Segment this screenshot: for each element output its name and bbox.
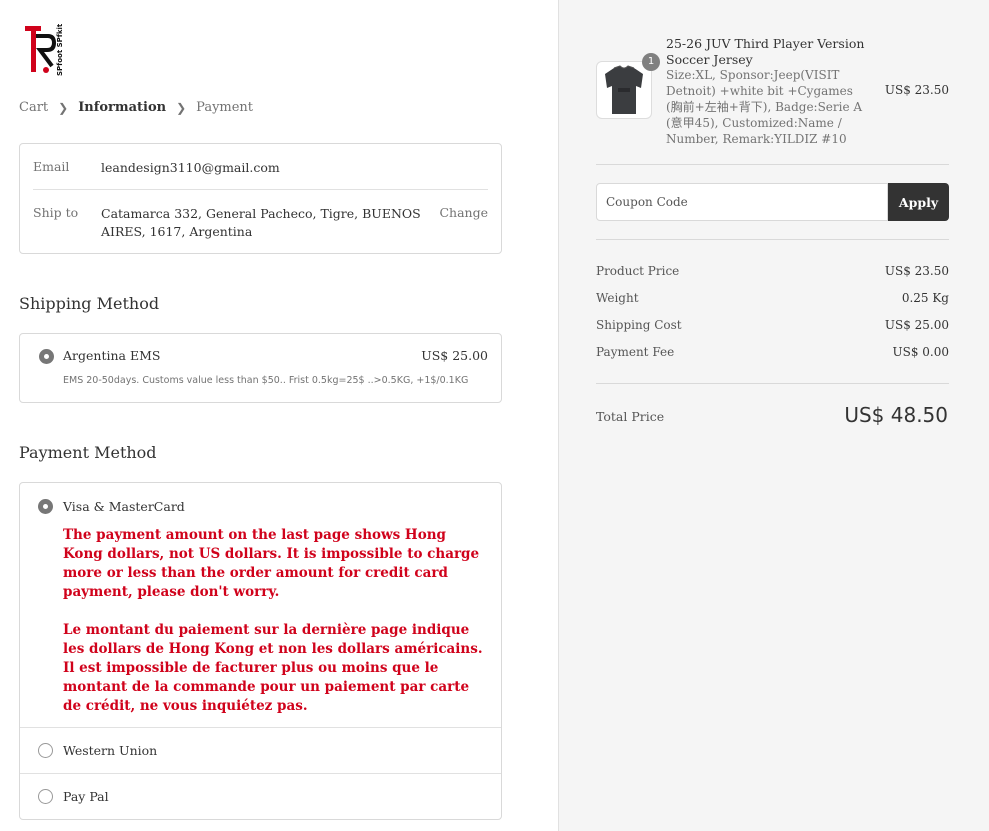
ship-to-row: Ship to Catamarca 332, General Pacheco, …: [33, 205, 488, 245]
chevron-right-icon: ❯: [176, 100, 187, 115]
email-row: Email leandesign3110@gmail.com: [33, 159, 488, 179]
payment-method-heading: Payment Method: [19, 443, 157, 462]
address-line-1: Catamarca 332, General Pacheco, Tigre, B…: [101, 206, 421, 221]
change-address-link[interactable]: Change: [439, 205, 488, 220]
summary-value: US$ 23.50: [884, 264, 949, 278]
summary-label: Payment Fee: [596, 345, 675, 359]
payment-notice: The payment amount on the last page show…: [63, 526, 483, 735]
payment-option-western-union[interactable]: Western Union: [20, 728, 501, 774]
summary-label: Product Price: [596, 264, 680, 278]
svg-text:SPfoot SPfkit: SPfoot SPfkit: [56, 23, 64, 76]
divider: [33, 189, 488, 190]
breadcrumb: Cart ❯ Information ❯ Payment: [19, 100, 253, 115]
divider: [596, 164, 949, 165]
address-line-2: AIRES, 1617, Argentina: [101, 224, 253, 239]
summary-value: US$ 25.00: [884, 318, 949, 332]
ship-to-address: Catamarca 332, General Pacheco, Tigre, B…: [101, 205, 421, 241]
chevron-right-icon: ❯: [58, 100, 69, 115]
product-options: Size:XL, Sponsor:Jeep(VISIT Detnoit) +wh…: [666, 68, 863, 146]
summary-label: Shipping Cost: [596, 318, 682, 332]
breadcrumb-information: Information: [78, 100, 167, 115]
divider: [596, 239, 949, 240]
payment-radio-western-union[interactable]: [38, 743, 53, 758]
payment-option-paypal[interactable]: Pay Pal: [20, 774, 501, 820]
summary-value: 0.25 Kg: [901, 291, 949, 305]
total-price-label: Total Price: [596, 409, 665, 424]
breadcrumb-cart[interactable]: Cart: [19, 100, 48, 115]
email-value: leandesign3110@gmail.com: [101, 160, 280, 175]
shipping-option-price: US$ 25.00: [421, 348, 488, 363]
summary-value: US$ 0.00: [892, 345, 949, 359]
shipping-radio[interactable]: [39, 349, 54, 364]
shipping-option-name: Argentina EMS: [63, 348, 161, 363]
product-price: US$ 23.50: [884, 83, 949, 97]
total-price-value: US$ 48.50: [844, 403, 948, 427]
shipping-option-argentina-ems[interactable]: Argentina EMS US$ 25.00 EMS 20-50days. C…: [19, 333, 502, 403]
payment-option-label: Pay Pal: [63, 789, 109, 804]
payment-option-label: Visa & MasterCard: [63, 499, 185, 514]
contact-info-box: Email leandesign3110@gmail.com Ship to C…: [19, 143, 502, 254]
payment-radio-visa[interactable]: [38, 499, 53, 514]
coupon-code-input[interactable]: [596, 183, 888, 221]
cart-product: 1 25-26 JUV Third Player Version Soccer …: [596, 36, 949, 148]
payment-radio-paypal[interactable]: [38, 789, 53, 804]
product-image: 1: [596, 53, 660, 119]
order-summary: 1 25-26 JUV Third Player Version Soccer …: [558, 0, 989, 831]
payment-notice-en: The payment amount on the last page show…: [63, 527, 480, 600]
brand-logo[interactable]: SPfoot SPfkit: [22, 22, 80, 80]
checkout-main: SPfoot SPfkit Cart ❯ Information ❯ Payme…: [0, 0, 558, 831]
payment-notice-fr: Le montant du paiement sur la dernière p…: [63, 622, 483, 714]
shipping-method-heading: Shipping Method: [19, 294, 160, 313]
email-label: Email: [33, 159, 70, 174]
shipping-option-description: EMS 20-50days. Customs value less than $…: [63, 375, 469, 386]
breadcrumb-payment: Payment: [196, 100, 254, 115]
divider: [596, 383, 949, 384]
payment-option-label: Western Union: [63, 743, 158, 758]
ship-to-label: Ship to: [33, 205, 79, 220]
quantity-badge: 1: [642, 53, 660, 71]
payment-option-visa[interactable]: Visa & MasterCard The payment amount on …: [20, 483, 501, 728]
apply-coupon-button[interactable]: Apply: [888, 183, 949, 221]
payment-options: Visa & MasterCard The payment amount on …: [19, 482, 502, 820]
product-title: 25-26 JUV Third Player Version Soccer Je…: [666, 36, 865, 67]
summary-label: Weight: [596, 291, 639, 305]
